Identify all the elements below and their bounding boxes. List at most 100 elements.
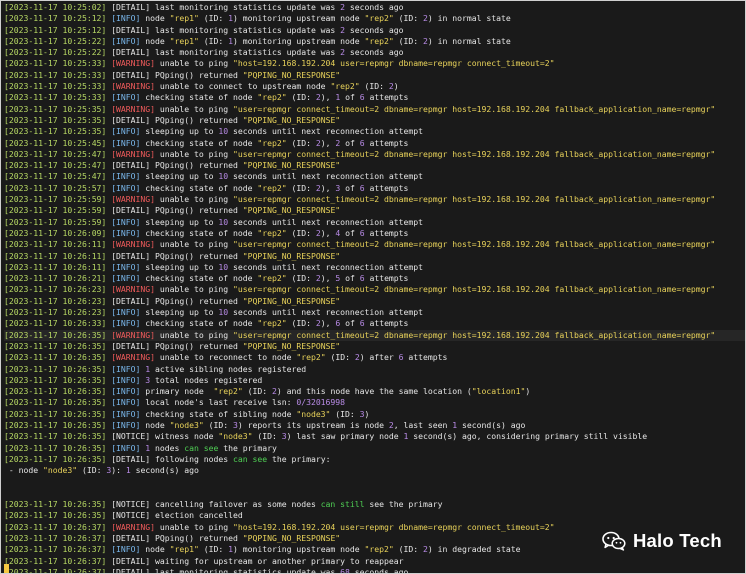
log-line: [2023-11-17 10:26:33] [INFO] checking st… xyxy=(4,318,745,329)
log-message-segment: seconds until next reconnection attempt xyxy=(228,216,423,227)
log-level: [DETAIL] xyxy=(111,555,151,566)
log-message-segment: the primary xyxy=(218,442,277,453)
log-message-segment: (ID: xyxy=(393,13,424,24)
log-message-segment: "user=repmgr connect_timeout=2 dbname=re… xyxy=(233,103,716,114)
log-level: [DETAIL] xyxy=(111,205,151,216)
log-level: [INFO] xyxy=(111,318,141,329)
log-message-segment: "rep1" xyxy=(169,35,199,46)
log-timestamp: [2023-11-17 10:25:22] xyxy=(4,47,107,58)
log-line: [2023-11-17 10:26:35] [NOTICE] cancellin… xyxy=(4,499,745,510)
log-line: [2023-11-17 10:25:35] [INFO] sleeping up… xyxy=(4,126,745,137)
log-message-segment: seconds until next reconnection attempt xyxy=(228,171,423,182)
log-timestamp: [2023-11-17 10:26:35] xyxy=(4,453,107,464)
log-message-segment: unable to ping xyxy=(159,284,233,295)
log-message-segment: (ID: xyxy=(359,81,389,92)
log-timestamp: [2023-11-17 10:26:35] xyxy=(4,329,107,340)
log-message-segment: "node3" xyxy=(42,465,78,476)
log-level: [WARNING] xyxy=(111,239,156,250)
log-level: [DETAIL] xyxy=(111,114,151,125)
log-message-segment: ), xyxy=(320,318,336,329)
log-message-segment: (ID: xyxy=(286,273,316,284)
log-message-segment: see the primary xyxy=(364,499,443,510)
log-timestamp: [2023-11-17 10:26:37] xyxy=(4,555,107,566)
log-message-segment: total nodes registered xyxy=(150,374,263,385)
log-timestamp: [2023-11-17 10:25:35] xyxy=(4,126,107,137)
log-timestamp: [2023-11-17 10:25:33] xyxy=(4,58,107,69)
log-message-segment: (ID: xyxy=(393,35,424,46)
log-message-segment: primary node xyxy=(145,386,214,397)
log-line: [2023-11-17 10:26:35] [INFO] local node'… xyxy=(4,397,745,408)
log-message-segment: sleeping up to xyxy=(145,216,219,227)
log-message-segment: "rep1" xyxy=(169,544,199,555)
log-message-segment: ) and this node have the same location ( xyxy=(276,386,472,397)
log-level: [INFO] xyxy=(111,419,141,430)
log-timestamp: [2023-11-17 10:25:57] xyxy=(4,182,107,193)
log-level: [DETAIL] xyxy=(111,453,151,464)
log-message-segment: (ID: xyxy=(77,465,107,476)
log-line: [2023-11-17 10:25:33] [WARNING] unable t… xyxy=(4,81,745,92)
log-message-segment: seconds ago xyxy=(345,2,404,12)
log-message-segment: 10 xyxy=(218,261,229,272)
log-message-segment: sleeping up to xyxy=(145,261,219,272)
log-message-segment: ) in degraded state xyxy=(427,544,521,555)
log-level: [INFO] xyxy=(111,374,141,385)
log-message-segment: (ID: xyxy=(330,408,360,419)
terminal-cursor xyxy=(4,564,9,573)
log-message-segment: of xyxy=(340,182,360,193)
log-line: [2023-11-17 10:26:35] [DETAIL] following… xyxy=(4,454,745,465)
log-message-segment: ), xyxy=(320,182,336,193)
log-message-segment: PQping() returned xyxy=(155,69,243,80)
log-level: [INFO] xyxy=(111,13,141,24)
log-message-segment: 10 xyxy=(218,171,229,182)
log-message-segment: "PQPING_NO_RESPONSE" xyxy=(242,532,341,543)
log-message-segment: local node's last receive lsn: xyxy=(145,397,297,408)
log-message-segment: of xyxy=(340,318,360,329)
log-message-segment: election cancelled xyxy=(155,510,243,521)
log-timestamp: [2023-11-17 10:26:35] xyxy=(4,352,107,363)
log-message-segment: "location1" xyxy=(471,386,526,397)
log-timestamp: [2023-11-17 10:26:37] xyxy=(4,566,107,574)
log-line: [2023-11-17 10:25:33] [WARNING] unable t… xyxy=(4,58,745,69)
log-message-segment: (ID: xyxy=(198,35,229,46)
log-message-segment: (ID: xyxy=(242,386,272,397)
log-timestamp: [2023-11-17 10:25:35] xyxy=(4,103,107,114)
log-message-segment: node xyxy=(145,35,170,46)
log-level: [DETAIL] xyxy=(111,2,151,12)
log-line: [2023-11-17 10:26:21] [INFO] checking st… xyxy=(4,273,745,284)
terminal-window[interactable]: [2023-11-17 10:25:02] [DETAIL] last moni… xyxy=(0,0,746,574)
log-level: [WARNING] xyxy=(111,81,156,92)
log-message-segment: ) in normal state xyxy=(427,13,511,24)
log-timestamp: [2023-11-17 10:25:45] xyxy=(4,137,107,148)
log-message-segment: sleeping up to xyxy=(145,307,219,318)
log-message-segment: of xyxy=(340,227,360,238)
log-message-segment: ) xyxy=(393,81,399,92)
log-message-segment: "user=repmgr connect_timeout=2 dbname=re… xyxy=(233,239,716,250)
log-timestamp: [2023-11-17 10:25:47] xyxy=(4,148,107,159)
log-level: [DETAIL] xyxy=(111,160,151,171)
log-timestamp: [2023-11-17 10:26:35] xyxy=(4,397,107,408)
log-message-segment: unable to ping xyxy=(159,239,233,250)
log-message-segment: "rep2" xyxy=(296,352,326,363)
log-message-segment: seconds until next reconnection attempt xyxy=(228,261,423,272)
log-level: [DETAIL] xyxy=(111,47,151,58)
log-line: [2023-11-17 10:26:35] [WARNING] unable t… xyxy=(4,329,745,341)
log-message-segment: seconds until next reconnection attempt xyxy=(228,126,423,137)
log-timestamp: [2023-11-17 10:26:35] xyxy=(4,374,107,385)
log-message-segment: PQping() returned xyxy=(155,250,243,261)
log-timestamp: [2023-11-17 10:26:33] xyxy=(4,318,107,329)
log-message-segment: PQping() returned xyxy=(155,160,243,171)
log-message-segment: ) xyxy=(525,386,531,397)
log-timestamp: [2023-11-17 10:26:37] xyxy=(4,544,107,555)
log-message-segment: PQping() returned xyxy=(155,205,243,216)
log-level: [DETAIL] xyxy=(111,566,151,574)
log-message-segment: (ID: xyxy=(286,92,316,103)
log-level: [WARNING] xyxy=(111,521,156,532)
log-message-segment: "PQPING_NO_RESPONSE" xyxy=(242,295,341,306)
log-message-segment: ), xyxy=(320,92,336,103)
log-line: [2023-11-17 10:26:11] [DETAIL] PQping() … xyxy=(4,251,745,262)
log-message-segment: 68 xyxy=(340,566,350,574)
log-message-segment: seconds until next reconnection attempt xyxy=(228,307,423,318)
log-level: [WARNING] xyxy=(111,194,156,205)
log-message-segment: following nodes xyxy=(155,453,233,464)
log-line: [2023-11-17 10:25:35] [DETAIL] PQping() … xyxy=(4,115,745,126)
